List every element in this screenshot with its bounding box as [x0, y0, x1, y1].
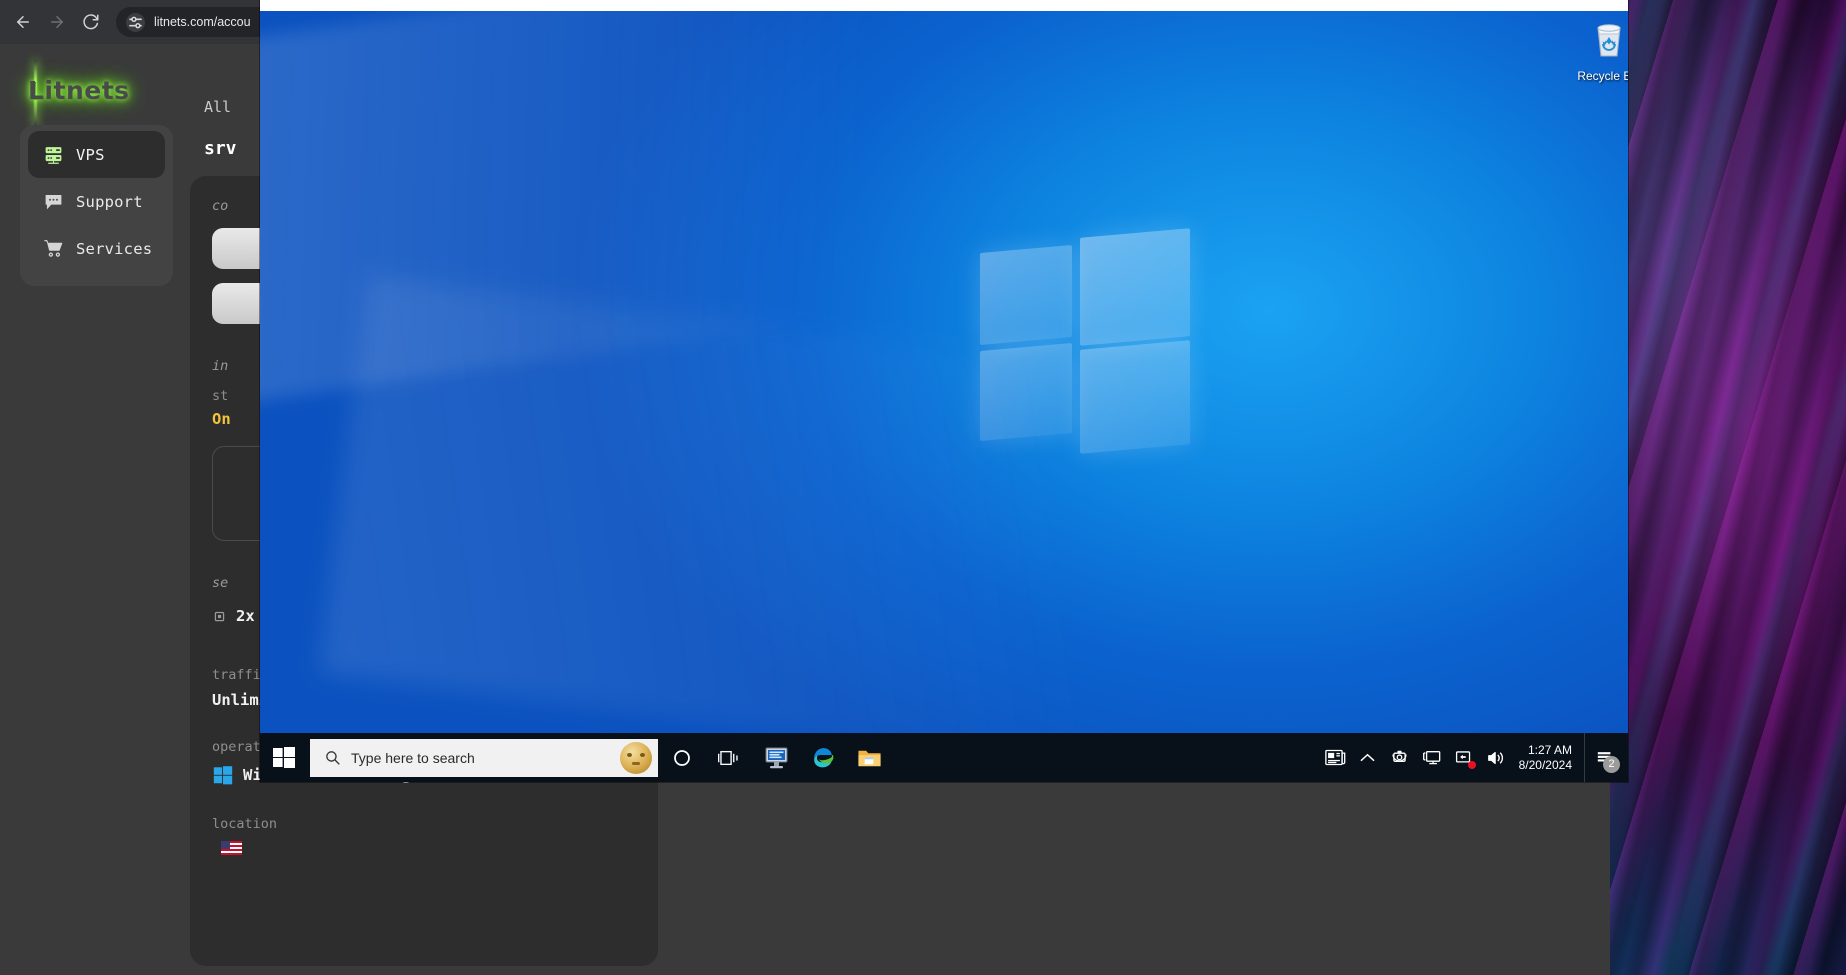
us-flag-icon	[221, 841, 242, 855]
gold-mask-avatar-icon[interactable]	[620, 741, 652, 774]
sliders-icon	[129, 16, 142, 28]
magnifier-icon	[326, 751, 340, 765]
sidebar-item-support-label: Support	[76, 192, 143, 211]
folder-icon	[858, 750, 881, 766]
search-input[interactable]: Type here to search	[310, 738, 658, 777]
desktop-icon-recycle-bin[interactable]: Recycle Bin	[1560, 17, 1628, 83]
camera-icon	[1392, 750, 1407, 763]
hero-logo-pane-1	[980, 244, 1072, 346]
sidebar-item-vps[interactable]: VPS	[28, 131, 165, 178]
sidebar-nav: VPS Support Services	[20, 125, 173, 286]
hero-logo-pane-2	[1080, 228, 1190, 346]
hero-logo-pane-4	[1080, 340, 1190, 454]
windows-logo-icon	[213, 766, 233, 785]
hero-logo-pane-3	[980, 342, 1072, 442]
sidebar-item-services[interactable]: Services	[28, 225, 165, 272]
remote-desktop-button[interactable]	[752, 733, 799, 782]
notification-badge: 2	[1603, 756, 1620, 773]
windows-hero-logo	[978, 221, 1193, 454]
windows-start-icon	[273, 746, 295, 768]
wallpaper-light-sweep-bottom	[319, 275, 1461, 733]
network-tray-icon[interactable]	[1417, 733, 1447, 782]
page-title: srv	[204, 138, 237, 159]
news-and-interests-tray-icon[interactable]	[1321, 733, 1351, 782]
sidebar-item-services-label: Services	[76, 239, 153, 258]
recycle-bin-icon	[1597, 24, 1621, 57]
volume-tray-icon[interactable]	[1481, 733, 1511, 782]
reload-button[interactable]	[74, 5, 108, 39]
sidebar-item-support[interactable]: Support	[28, 178, 165, 225]
alert-dot-icon	[1467, 761, 1476, 769]
breadcrumb[interactable]: All	[204, 98, 231, 116]
address-bar-url: litnets.com/accou	[154, 15, 251, 29]
microsoft-edge-button[interactable]	[799, 733, 846, 782]
cpu-icon	[214, 611, 225, 621]
file-explorer-button[interactable]	[846, 733, 893, 782]
brand-logo[interactable]: Litnets	[22, 60, 129, 126]
camera-tray-icon[interactable]	[1385, 733, 1415, 782]
onedrive-tray-icon[interactable]	[1449, 733, 1479, 782]
recycle-bin-label: Recycle Bin	[1577, 69, 1628, 83]
cortana-button[interactable]	[658, 733, 705, 782]
server-icon	[45, 147, 62, 164]
edge-icon	[814, 748, 834, 768]
show-hidden-icons-button[interactable]	[1353, 733, 1383, 782]
system-tray: 1:27 AM 8/20/2024 2	[1321, 733, 1628, 782]
clock-time: 1:27 AM	[1527, 742, 1572, 757]
forward-arrow-icon	[51, 16, 63, 28]
location-label: location	[212, 816, 278, 832]
cortana-circle-icon	[673, 749, 690, 766]
search-placeholder: Type here to search	[351, 749, 475, 766]
back-arrow-icon	[17, 16, 29, 28]
back-button[interactable]	[6, 5, 40, 39]
brand-name: Litnets	[28, 76, 130, 105]
sidebar-item-vps-label: VPS	[76, 145, 105, 164]
clock-date: 8/20/2024	[1518, 757, 1572, 772]
speaker-icon	[1487, 751, 1503, 764]
news-icon	[1325, 749, 1346, 766]
site-settings-icon[interactable]	[126, 12, 145, 32]
chevron-up-icon	[1360, 753, 1375, 761]
remote-desktop-window: Recycle Bin Type here to search	[260, 0, 1628, 782]
task-view-button[interactable]	[705, 733, 752, 782]
remote-desktop-icon	[765, 747, 787, 768]
windows-desktop[interactable]: Recycle Bin	[260, 11, 1628, 733]
rdp-connection-bar[interactable]	[260, 0, 1628, 11]
forward-button[interactable]	[40, 5, 74, 39]
status-value: On	[212, 410, 231, 428]
start-button[interactable]	[260, 733, 308, 782]
shopping-cart-icon	[44, 240, 63, 257]
taskbar-clock[interactable]: 1:27 AM 8/20/2024	[1513, 743, 1582, 773]
chat-bubble-icon	[45, 194, 62, 210]
monitor-network-icon	[1422, 750, 1440, 764]
windows-taskbar: Type here to search 1:27 AM 8/20/2024 2	[260, 733, 1628, 782]
action-center-button[interactable]: 2	[1584, 733, 1624, 782]
cpu-value: 2x	[236, 607, 255, 625]
reload-icon	[83, 14, 99, 30]
task-view-icon	[717, 750, 738, 765]
